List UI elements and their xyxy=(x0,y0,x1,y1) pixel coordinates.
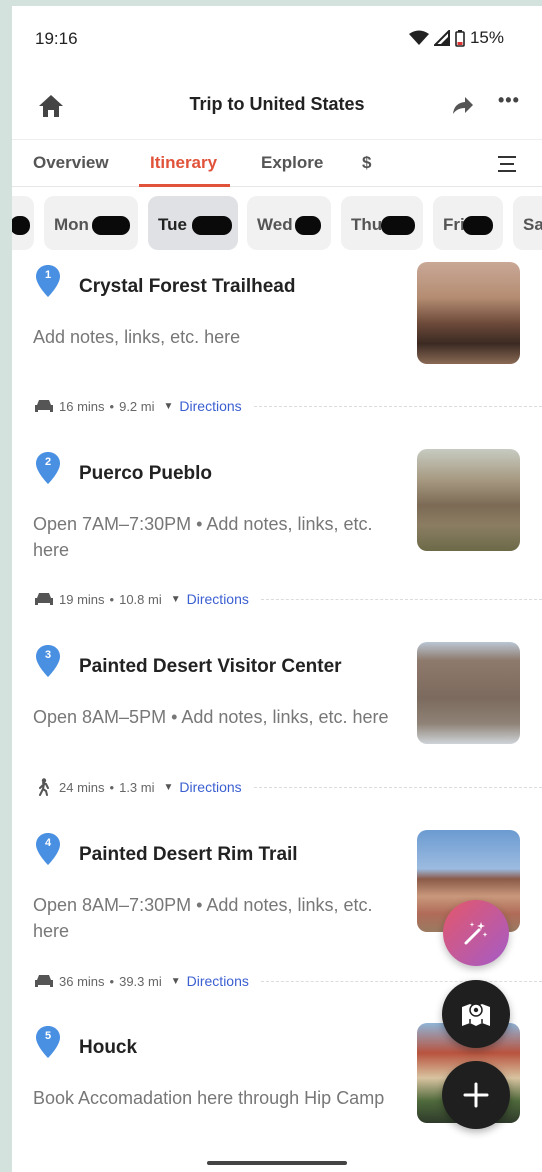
status-icons: 15% xyxy=(408,28,504,48)
car-icon xyxy=(35,400,53,412)
place-name[interactable]: Crystal Forest Trailhead xyxy=(79,276,295,298)
more-options-icon[interactable]: ••• xyxy=(498,90,520,111)
place-photo[interactable] xyxy=(417,449,520,551)
tab-itinerary[interactable]: Itinerary xyxy=(150,153,217,173)
map-pin-icon: 5 xyxy=(35,1025,61,1059)
map-pin-icon: 3 xyxy=(35,644,61,678)
day-chip-sat[interactable]: Sa xyxy=(513,196,542,250)
place-name[interactable]: Painted Desert Rim Trail xyxy=(79,844,298,866)
wifi-icon xyxy=(408,30,429,45)
directions-link[interactable]: Directions xyxy=(179,398,241,414)
map-pin-icon: 4 xyxy=(35,832,61,866)
battery-icon xyxy=(455,29,465,47)
status-time: 19:16 xyxy=(35,29,78,48)
share-icon[interactable] xyxy=(452,94,474,116)
place-notes[interactable]: Book Accomadation here through Hip Camp xyxy=(33,1085,393,1111)
signal-icon xyxy=(433,30,450,46)
tab-explore[interactable]: Explore xyxy=(261,153,323,173)
place-photo[interactable] xyxy=(417,262,520,364)
map-pin-icon: 2 xyxy=(35,451,61,485)
day-chip-fri[interactable]: Fri xyxy=(433,196,503,250)
app-header: Trip to United States ••• xyxy=(12,86,542,126)
redacted-date xyxy=(12,216,30,235)
battery-percent: 15% xyxy=(469,28,504,47)
tab-bar: Overview Itinerary Explore $ xyxy=(12,139,542,187)
day-chip-wed[interactable]: Wed xyxy=(247,196,331,250)
place-name[interactable]: Painted Desert Visitor Center xyxy=(79,656,342,678)
home-indicator[interactable] xyxy=(207,1161,347,1165)
car-icon xyxy=(35,593,53,605)
directions-link[interactable]: Directions xyxy=(187,973,249,989)
map-view-button[interactable] xyxy=(442,980,510,1048)
place-notes[interactable]: Add notes, links, etc. here xyxy=(33,324,403,350)
divider xyxy=(253,786,542,788)
travel-segment: 16 mins • 9.2 mi ▼ Directions xyxy=(33,396,542,416)
chevron-down-icon[interactable]: ▼ xyxy=(171,594,181,605)
day-selector: Mon Tue Wed Thu Fri Sa xyxy=(12,196,542,252)
travel-segment: 24 mins • 1.3 mi ▼ Directions xyxy=(33,777,542,797)
magic-wand-icon xyxy=(464,922,488,945)
travel-segment: 19 mins • 10.8 mi ▼ Directions xyxy=(33,589,542,609)
directions-link[interactable]: Directions xyxy=(187,591,249,607)
plus-icon xyxy=(463,1082,489,1108)
directions-link[interactable]: Directions xyxy=(179,779,241,795)
map-pin-icon: 1 xyxy=(35,264,61,298)
car-icon xyxy=(35,975,53,987)
place-photo[interactable] xyxy=(417,642,520,744)
map-icon xyxy=(462,1003,490,1026)
day-chip-thu[interactable]: Thu xyxy=(341,196,423,250)
hamburger-menu-icon[interactable] xyxy=(498,156,516,172)
divider xyxy=(260,598,542,600)
place-notes[interactable]: Open 8AM–5PM • Add notes, links, etc. he… xyxy=(33,704,413,730)
redacted-date xyxy=(192,216,232,235)
active-tab-indicator xyxy=(139,184,230,187)
chevron-down-icon[interactable]: ▼ xyxy=(171,976,181,987)
place-notes[interactable]: Open 7AM–7:30PM • Add notes, links, etc.… xyxy=(33,511,403,563)
redacted-date xyxy=(295,216,321,235)
place-name[interactable]: Houck xyxy=(79,1037,137,1059)
day-chip-tue[interactable]: Tue xyxy=(148,196,238,250)
status-bar: 19:16 15% xyxy=(12,6,542,72)
divider xyxy=(260,980,542,982)
add-place-button[interactable] xyxy=(442,1061,510,1129)
chevron-down-icon[interactable]: ▼ xyxy=(164,401,174,412)
tab-overview[interactable]: Overview xyxy=(33,153,109,173)
chevron-down-icon[interactable]: ▼ xyxy=(164,782,174,793)
divider xyxy=(253,405,542,407)
tab-budget[interactable]: $ xyxy=(362,153,371,173)
day-chip-prev[interactable] xyxy=(12,196,34,250)
redacted-date xyxy=(92,216,130,235)
place-notes[interactable]: Open 8AM–7:30PM • Add notes, links, etc.… xyxy=(33,892,403,944)
app-screen: 19:16 15% Trip to United States ••• Over… xyxy=(12,6,542,1172)
magic-wand-button[interactable] xyxy=(443,900,509,966)
redacted-date xyxy=(381,216,415,235)
place-name[interactable]: Puerco Pueblo xyxy=(79,463,212,485)
redacted-date xyxy=(463,216,493,235)
walk-icon xyxy=(39,778,49,796)
day-chip-mon[interactable]: Mon xyxy=(44,196,138,250)
